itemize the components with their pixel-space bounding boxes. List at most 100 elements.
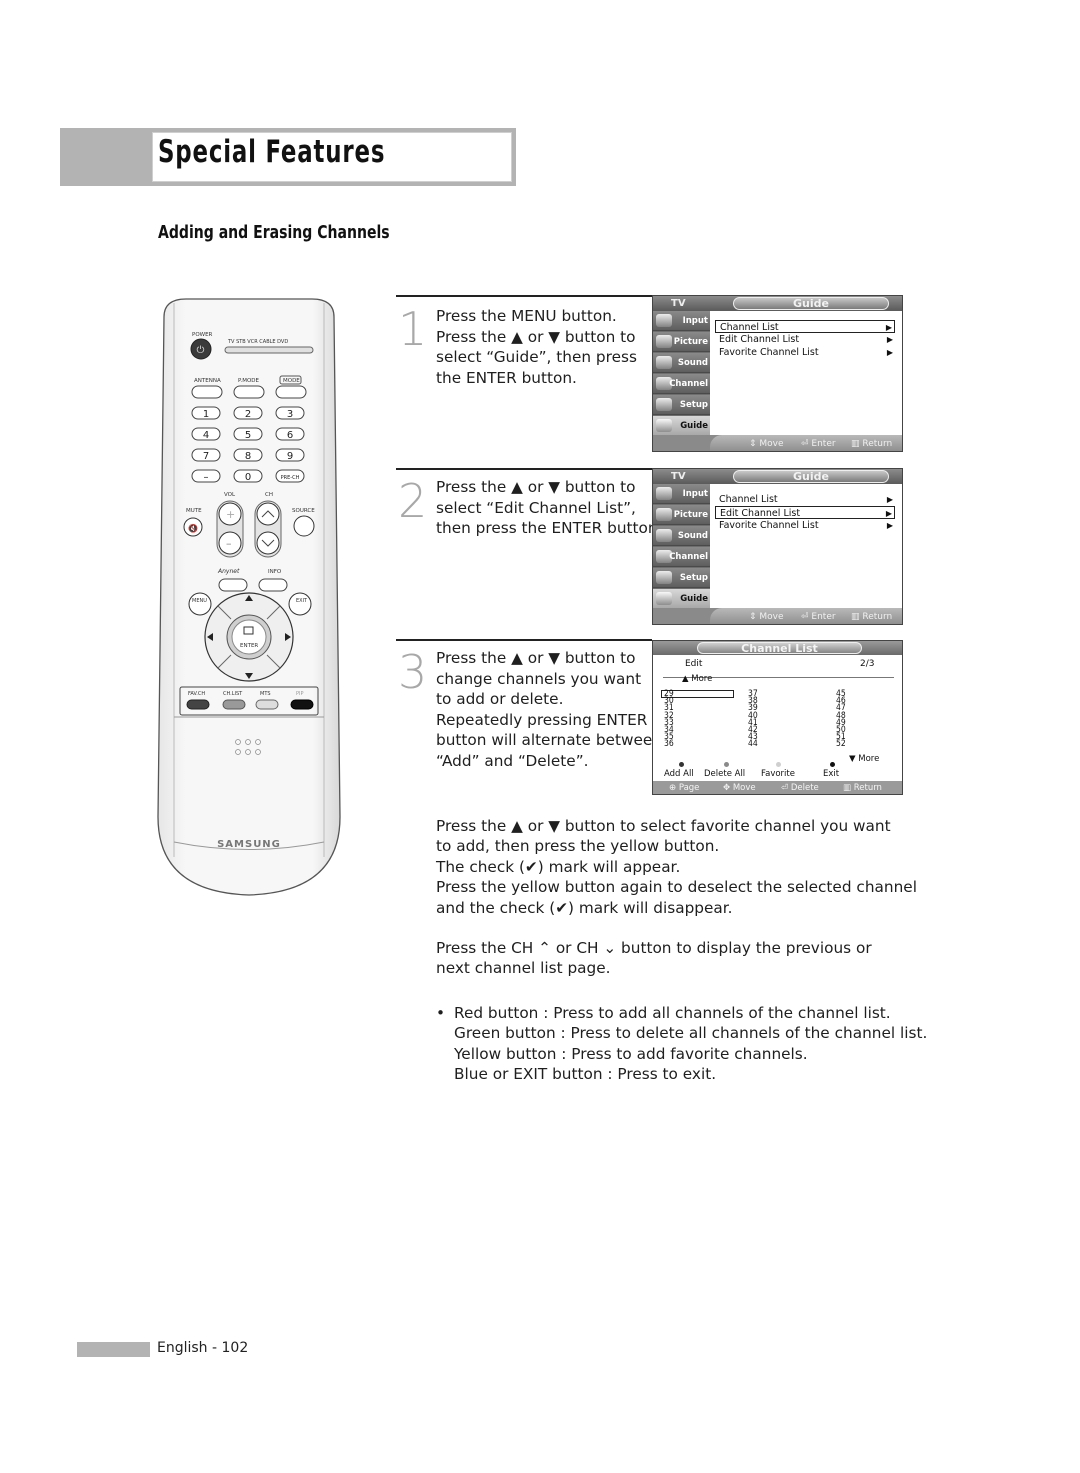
osd-title: Guide [733, 297, 889, 310]
sound-icon [656, 356, 672, 369]
add-all-button[interactable]: Add All [664, 769, 694, 779]
move-icon: ⇕ [749, 439, 760, 449]
osd-sidebar-picture[interactable]: Picture [653, 332, 710, 352]
osd-item-channel-list[interactable]: Channel List ▶ [715, 493, 895, 506]
delete-all-button[interactable]: Delete All [704, 769, 745, 779]
paragraph-line: Press the ▲ or ▼ button to select favori… [436, 817, 891, 835]
mode-labels: TV STB VCR CABLE DVD [227, 339, 288, 345]
osd-tv-label: TV [671, 298, 686, 309]
step-2-text: Press the ▲ or ▼ button to select “Edit … [436, 477, 662, 539]
yellow-button-dot [776, 762, 781, 767]
osd-sidebar-channel[interactable]: Channel [653, 547, 710, 567]
remote-control-illustration: POWER ⏻ TV STB VCR CABLE DVD ANTENNA P.M… [157, 298, 341, 896]
move-icon: ✥ [723, 783, 733, 793]
exit-button[interactable]: Exit [823, 769, 839, 779]
enter-icon: ⏎ [801, 439, 812, 449]
channel-column-3: 45 46 47 48 49 50 51 52 [836, 690, 846, 749]
step-2-line: select “Edit Channel List”, [436, 498, 636, 517]
input-icon [656, 314, 672, 327]
osd-footer-page: ⊕ Page [669, 783, 700, 793]
osd-item-edit-channel-list[interactable]: Edit Channel List ▶ [715, 333, 895, 346]
step-2-rule [396, 468, 652, 470]
step-1-line: Press the ▲ or ▼ button to [436, 327, 636, 346]
svg-text:Anynet: Anynet [217, 568, 240, 575]
step-1-line: the ENTER button. [436, 368, 577, 387]
svg-text:MENU: MENU [192, 598, 207, 604]
section-title: Adding and Erasing Channels [158, 222, 390, 243]
osd-sidebar-setup[interactable]: Setup [653, 395, 710, 415]
svg-text:🔇: 🔇 [188, 523, 198, 533]
osd-sidebar-input[interactable]: Input [653, 311, 710, 331]
osd-footer-delete: ⏎ Delete [781, 783, 819, 793]
osd-sidebar-channel[interactable]: Channel [653, 374, 710, 394]
osd-title: Guide [733, 470, 889, 483]
osd-footer-return: ▥ Return [851, 439, 893, 449]
channel-item[interactable]: 36 [664, 740, 674, 749]
osd-sidebar-setup[interactable]: Setup [653, 568, 710, 588]
paragraph-line: Press the CH ⌃ or CH ⌄ button to display… [436, 939, 872, 957]
svg-text:CH: CH [265, 492, 273, 498]
move-icon: ⇕ [749, 612, 760, 622]
osd-sidebar-guide[interactable]: Guide [653, 589, 710, 609]
favorite-instructions: Press the ▲ or ▼ button to select favori… [436, 816, 917, 918]
favorite-button[interactable]: Favorite [761, 769, 795, 779]
step-3-line: Press the ▲ or ▼ button to [436, 649, 636, 667]
osd-sidebar-guide[interactable]: Guide [653, 416, 710, 436]
osd-sidebar-picture[interactable]: Picture [653, 505, 710, 525]
channel-list-mode: Edit [685, 659, 703, 669]
svg-text:6: 6 [287, 430, 293, 441]
step-3-line: button will alternate between [436, 731, 662, 750]
osd-guide-menu-1: TV Guide Input Picture Sound Channel Set… [652, 295, 903, 452]
osd-item-channel-list[interactable]: Channel List ▶ [715, 320, 895, 333]
enter-icon: ⏎ [801, 612, 812, 622]
brand-logo: SAMSUNG [217, 839, 281, 850]
osd-item-favorite-channel-list[interactable]: Favorite Channel List ▶ [715, 346, 895, 359]
svg-text:1: 1 [203, 409, 209, 420]
more-up-button[interactable]: ▲ More [682, 674, 712, 684]
osd-item-favorite-channel-list[interactable]: Favorite Channel List ▶ [715, 519, 895, 532]
step-3-line: change channels you want [436, 669, 642, 688]
sound-icon [656, 529, 672, 542]
svg-text:P.MODE: P.MODE [238, 378, 260, 384]
svg-text:4: 4 [203, 430, 209, 441]
paragraph-line: to add, then press the yellow button. [436, 837, 720, 856]
svg-text:9: 9 [287, 451, 293, 462]
channel-item[interactable]: 44 [748, 740, 758, 749]
osd-sidebar: Input Picture Sound Channel Setup Guide [653, 311, 710, 437]
svg-text:3: 3 [287, 409, 293, 420]
osd-footer-move: ⇕ Move [749, 439, 784, 449]
bullet-line: Green button : Press to delete all chann… [454, 1024, 928, 1043]
svg-text:SOURCE: SOURCE [292, 508, 315, 514]
channel-item[interactable]: 52 [836, 740, 846, 749]
power-label: POWER [192, 332, 213, 338]
paragraph-line: and the check (✔) mark will disappear. [436, 898, 733, 917]
return-icon: ▥ [851, 439, 863, 449]
osd-sidebar-input[interactable]: Input [653, 484, 710, 504]
osd-sidebar-sound[interactable]: Sound [653, 526, 710, 546]
svg-text:ENTER: ENTER [240, 643, 258, 649]
step-1-text: Press the MENU button. Press the ▲ or ▼ … [436, 306, 637, 388]
setup-icon [656, 571, 672, 584]
more-down-button[interactable]: ▼ More [849, 754, 879, 764]
step-3-line: Repeatedly pressing ENTER [436, 710, 648, 729]
osd-guide-list: Channel List ▶ Edit Channel List ▶ Favorit… [715, 320, 895, 359]
color-button-notes: Red button : Press to add all channels o… [454, 1003, 927, 1085]
return-icon: ▥ [843, 783, 854, 793]
channel-list-page: 2/3 [860, 659, 875, 669]
svg-text:ANTENNA: ANTENNA [194, 378, 221, 384]
osd-item-edit-channel-list[interactable]: Edit Channel List ▶ [715, 506, 895, 519]
step-1-number: 1 [398, 302, 428, 356]
osd-sidebar-sound[interactable]: Sound [653, 353, 710, 373]
arrow-right-icon: ▶ [886, 348, 893, 357]
channel-column-1: 29 30 31 32 33 34 35 36 [664, 690, 674, 749]
step-2-line: Press the ▲ or ▼ button to [436, 478, 636, 496]
setup-icon [656, 398, 672, 411]
arrow-right-icon: ▶ [886, 495, 893, 504]
step-3-number: 3 [398, 645, 428, 699]
mode-indicator-bar [224, 346, 314, 354]
svg-text:EXIT: EXIT [296, 598, 308, 604]
osd-channel-list: Channel List Edit 2/3 ▲ More 29 30 31 32… [652, 640, 903, 795]
green-button-dot [724, 762, 729, 767]
osd-footer-return: ▥ Return [851, 612, 893, 622]
svg-text:CH.LIST: CH.LIST [223, 691, 243, 697]
